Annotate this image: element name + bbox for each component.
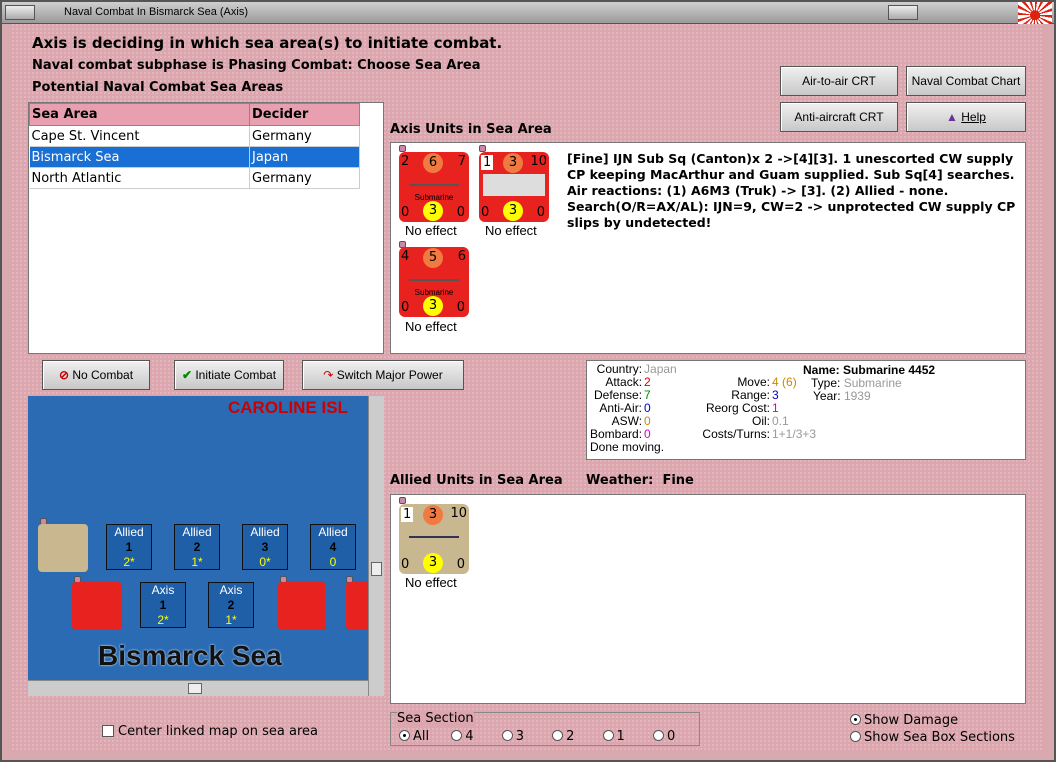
checkmark-icon: ✔ (181, 368, 192, 382)
submarine-icon (409, 178, 459, 186)
minimize-button[interactable] (888, 5, 918, 20)
allied-box-2[interactable]: Allied 2 1* (174, 524, 220, 570)
title-bar: Naval Combat In Bismarck Sea (Axis) (2, 2, 1054, 24)
scroll-thumb[interactable] (188, 683, 202, 694)
unit-type: Type: Submarine (811, 376, 902, 390)
map-horizontal-scrollbar[interactable] (28, 680, 368, 696)
sea-section-options: All 4 3 2 1 0 (399, 729, 675, 744)
main-panel: Axis is deciding in which sea area(s) to… (12, 24, 1044, 752)
naval-chart-button[interactable]: Naval Combat Chart (906, 66, 1026, 96)
map-unit-counter[interactable] (38, 524, 88, 572)
sea-section-group: Sea Section All 4 3 2 1 0 (390, 711, 700, 746)
unit-counter[interactable]: 1 3 10 0 3 0 (399, 504, 469, 574)
checkbox-icon (102, 725, 114, 737)
switch-major-power-button[interactable]: ↷ Switch Major Power (302, 360, 464, 390)
effect-label: No effect (405, 223, 457, 238)
radio-3[interactable]: 3 (501, 729, 524, 744)
unit-counter[interactable]: 1 3 10 0 3 0 (479, 152, 549, 222)
subphase-label: Naval combat subphase is Phasing Combat:… (32, 58, 481, 73)
initiate-combat-button[interactable]: ✔ Initiate Combat (174, 360, 284, 390)
radio-1[interactable]: 1 (602, 729, 625, 744)
convoy-icon (409, 530, 459, 538)
map-vertical-scrollbar[interactable] (368, 396, 384, 696)
allied-box-1[interactable]: Allied 1 2* (106, 524, 152, 570)
pin-icon (399, 497, 406, 504)
map-unit-counter[interactable] (278, 582, 326, 630)
axis-box-2[interactable]: Axis 2 1* (208, 582, 254, 628)
sea-area-list: Sea Area Decider Cape St. Vincent Germany … (28, 102, 384, 354)
radio-2[interactable]: 2 (552, 729, 574, 744)
switch-arrow-icon: ↷ (323, 368, 334, 382)
radio-4[interactable]: 4 (451, 729, 474, 744)
axis-units-panel: 2 6 7 Submarine 0 3 0 No effect 1 3 10 0… (390, 142, 1026, 354)
show-sections-radio[interactable]: Show Sea Box Sections (850, 730, 1015, 745)
effect-label: No effect (405, 319, 457, 334)
allied-box-4[interactable]: Allied 4 0 (310, 524, 356, 570)
pin-icon (479, 145, 486, 152)
center-map-checkbox[interactable]: Center linked map on sea area (102, 724, 318, 739)
table-row[interactable]: Cape St. Vincent Germany (29, 125, 360, 147)
allied-units-title: Allied Units in Sea Area (390, 473, 563, 488)
window-title: Naval Combat In Bismarck Sea (Axis) (64, 6, 248, 18)
naval-combat-window: Naval Combat In Bismarck Sea (Axis) Axis… (0, 0, 1056, 762)
axis-units-title: Axis Units in Sea Area (390, 122, 552, 137)
radio-all[interactable]: All (399, 729, 429, 744)
col-decider[interactable]: Decider (249, 103, 360, 126)
phase-title: Axis is deciding in which sea area(s) to… (32, 34, 503, 52)
col-sea-area[interactable]: Sea Area (29, 103, 250, 126)
unit-info-panel: Country: Japan Attack: 2 Defense: 7 Anti-Ai… (586, 360, 1026, 460)
map-region-label: CAROLINE ISL (228, 398, 348, 417)
aa-crt-button[interactable]: Anti-aircraft CRT (780, 102, 898, 132)
no-entry-icon: ⊘ (58, 368, 69, 382)
axis-box-1[interactable]: Axis 1 2* (140, 582, 186, 628)
unit-counter[interactable]: 4 5 6 Submarine 0 3 0 (399, 247, 469, 317)
sea-name-label: Bismarck Sea (98, 640, 282, 671)
table-row[interactable]: North Atlantic Germany (29, 167, 360, 189)
radio-0[interactable]: 0 (652, 729, 675, 744)
map-unit-counter[interactable] (72, 582, 122, 630)
show-damage-radio[interactable]: Show Damage (850, 713, 958, 728)
effect-label: No effect (485, 223, 537, 238)
allied-units-panel: 1 3 10 0 3 0 No effect (390, 494, 1026, 704)
scroll-thumb[interactable] (371, 562, 382, 576)
help-button[interactable]: ▲ Help (906, 102, 1026, 132)
book-icon: ▲ (946, 110, 958, 124)
combat-log: [Fine] IJN Sub Sq (Canton)x 2 ->[4][3]. … (567, 151, 1016, 230)
system-menu-button[interactable] (5, 5, 35, 20)
weather-label: Weather: Fine (586, 473, 694, 488)
potential-label: Potential Naval Combat Sea Areas (32, 80, 284, 95)
unit-name: Name: Submarine 4452 (803, 363, 936, 377)
japan-flag-icon (1018, 2, 1052, 24)
unit-counter[interactable]: 2 6 7 Submarine 0 3 0 (399, 152, 469, 222)
convoy-icon (483, 174, 545, 196)
unit-year: Year: 1939 (813, 389, 871, 403)
effect-label: No effect (405, 575, 457, 590)
submarine-icon (409, 273, 459, 281)
no-combat-button[interactable]: ⊘ No Combat (42, 360, 150, 390)
sea-area-map[interactable]: CAROLINE ISL Allied 1 2* Allied 2 1* Allied 3… (28, 396, 384, 696)
air-crt-button[interactable]: Air-to-air CRT (780, 66, 898, 96)
pin-icon (399, 145, 406, 152)
table-row[interactable]: Bismarck Sea Japan (29, 146, 360, 168)
allied-box-3[interactable]: Allied 3 0* (242, 524, 288, 570)
